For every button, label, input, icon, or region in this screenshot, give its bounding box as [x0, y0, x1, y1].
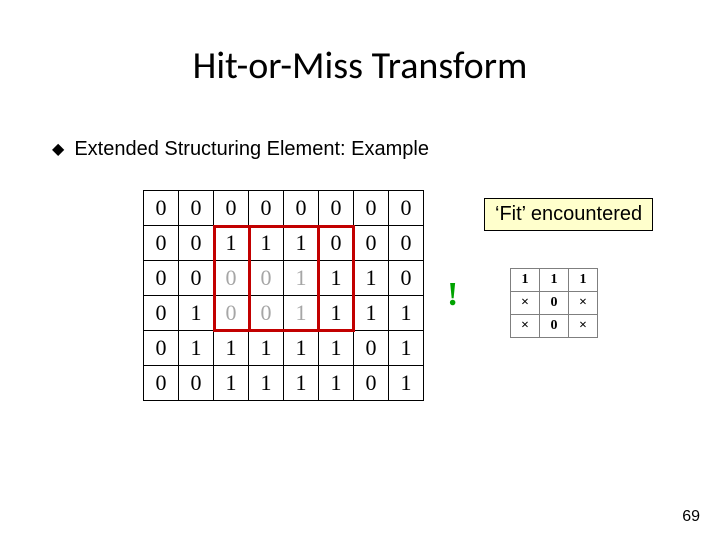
grid-cell: 0	[144, 261, 179, 296]
grid-cell: 0	[214, 296, 249, 331]
grid-cell: 0	[214, 191, 249, 226]
grid-cell: 1	[354, 261, 389, 296]
grid-cell: 1	[284, 331, 319, 366]
se-cell: ×	[511, 292, 540, 315]
grid-cell: 0	[389, 226, 424, 261]
grid-cell: 1	[284, 261, 319, 296]
grid-cell: 1	[389, 366, 424, 401]
se-cell: 0	[540, 292, 569, 315]
bullet-text: Extended Structuring Element: Example	[74, 138, 429, 161]
grid-cell: 1	[179, 331, 214, 366]
se-cell: 1	[540, 269, 569, 292]
grid-cell: 1	[284, 296, 319, 331]
grid-cell: 0	[144, 331, 179, 366]
grid-cell: 0	[144, 191, 179, 226]
grid-cell: 0	[354, 366, 389, 401]
main-grid: 0000000000111000000011100100111101111101…	[143, 190, 424, 401]
grid-cell: 0	[179, 191, 214, 226]
se-cell: ×	[511, 315, 540, 338]
grid-cell: 1	[214, 366, 249, 401]
page-number: 69	[682, 508, 700, 526]
grid-cell: 0	[249, 296, 284, 331]
grid-cell: 1	[389, 296, 424, 331]
grid-cell: 1	[319, 366, 354, 401]
se-cell: ×	[569, 292, 598, 315]
grid-cell: 1	[319, 331, 354, 366]
grid-cell: 0	[214, 261, 249, 296]
grid-cell: 0	[144, 366, 179, 401]
se-cell: 1	[511, 269, 540, 292]
grid-cell: 1	[319, 261, 354, 296]
grid-cell: 0	[354, 331, 389, 366]
grid-cell: 1	[354, 296, 389, 331]
se-cell: 0	[540, 315, 569, 338]
grid-cell: 1	[179, 296, 214, 331]
grid-cell: 1	[249, 331, 284, 366]
grid-cell: 1	[284, 366, 319, 401]
grid-cell: 0	[179, 366, 214, 401]
grid-cell: 0	[354, 226, 389, 261]
grid-cell: 0	[249, 191, 284, 226]
grid-cell: 1	[249, 366, 284, 401]
grid-cell: 0	[389, 261, 424, 296]
grid-cell: 1	[319, 296, 354, 331]
se-cell: 1	[569, 269, 598, 292]
grid-cell: 0	[284, 191, 319, 226]
grid-cell: 1	[214, 226, 249, 261]
diamond-icon: ◆	[52, 142, 64, 158]
grid-cell: 0	[319, 226, 354, 261]
structuring-element-grid: 111×0××0×	[510, 268, 598, 338]
grid-cell: 1	[389, 331, 424, 366]
grid-cell: 0	[319, 191, 354, 226]
grid-cell: 1	[284, 226, 319, 261]
grid-cell: 0	[249, 261, 284, 296]
se-cell: ×	[569, 315, 598, 338]
bullet-line: ◆ Extended Structuring Element: Example	[52, 138, 429, 161]
exclamation-mark: !	[447, 276, 458, 314]
grid-cell: 0	[144, 226, 179, 261]
page-title: Hit-or-Miss Transform	[0, 43, 720, 89]
fit-encountered-label: ‘Fit’ encountered	[484, 198, 653, 231]
grid-cell: 1	[214, 331, 249, 366]
grid-cell: 0	[144, 296, 179, 331]
grid-cell: 0	[354, 191, 389, 226]
grid-cell: 0	[179, 226, 214, 261]
grid-cell: 1	[249, 226, 284, 261]
grid-cell: 0	[179, 261, 214, 296]
grid-cell: 0	[389, 191, 424, 226]
